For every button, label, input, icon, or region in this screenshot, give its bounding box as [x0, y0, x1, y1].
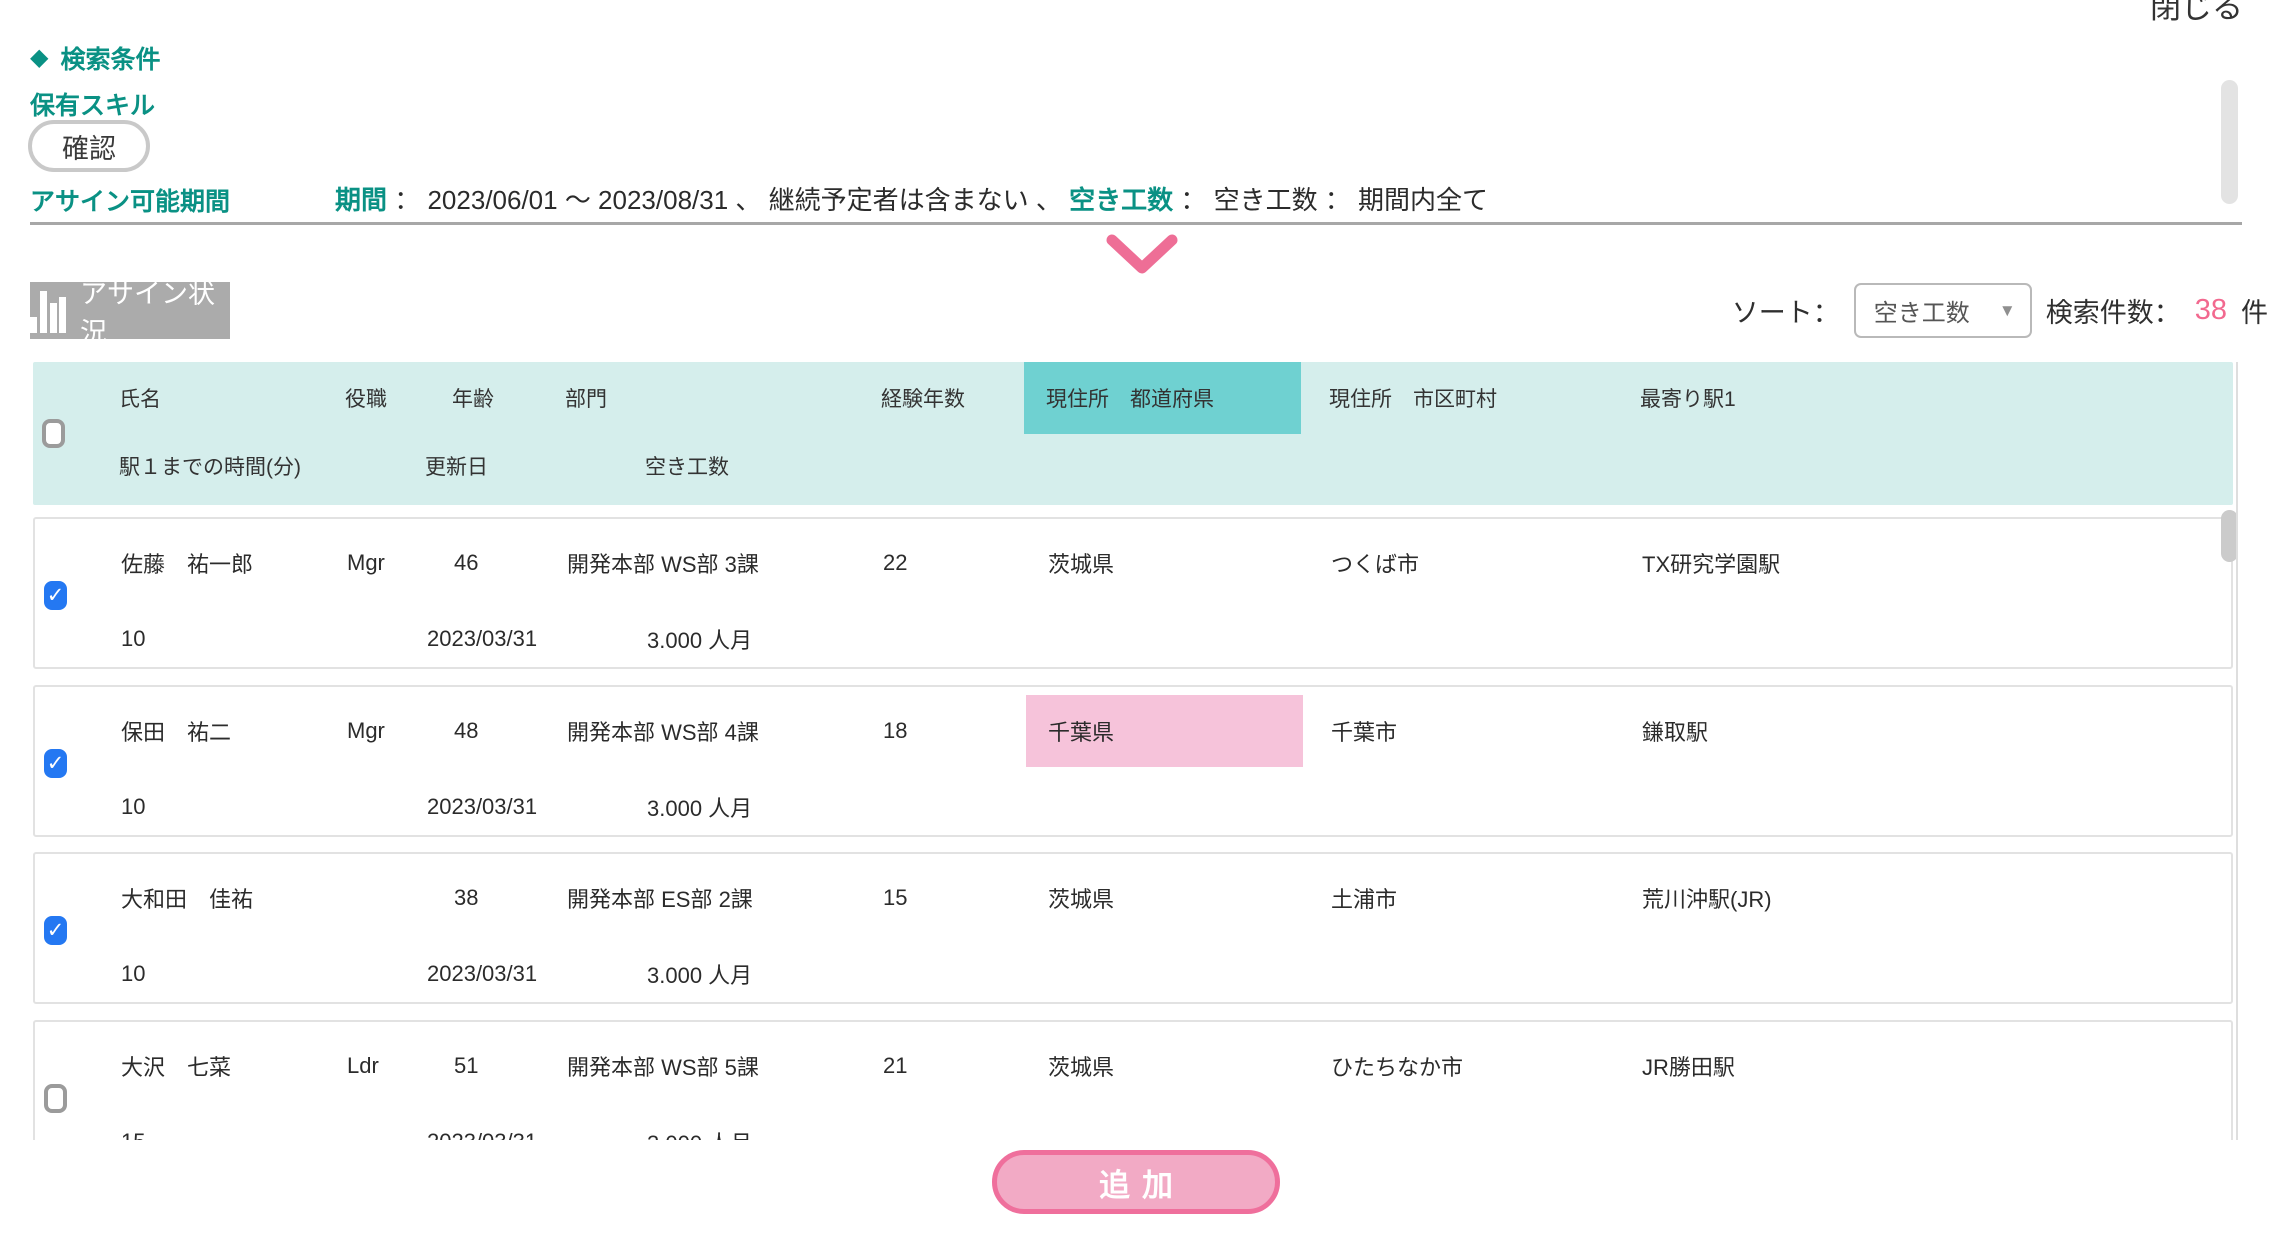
cell-age: 51	[454, 1053, 567, 1079]
pref-text: 茨城県	[1048, 1050, 1114, 1082]
cell-pref: 茨城県	[1026, 527, 1303, 599]
search-conditions-header: ◆ 検索条件	[30, 40, 160, 76]
assign-status-button[interactable]: アサイン状況	[30, 282, 230, 339]
capacity-value: ： 空き工数 ： 期間内全て	[1180, 185, 1488, 215]
period-label: 期間	[335, 185, 387, 215]
cell-exp: 18	[883, 718, 1026, 744]
table-header: ✓ 氏名 役職 年齢 部門 経験年数 現住所 都道府県 現住所 市区町村 最寄り…	[33, 362, 2233, 505]
header-time: 駅１までの時間(分)	[119, 451, 425, 481]
table-row: ✓ 大和田 佳祐 38 開発本部 ES部 2課 15 茨城県 土浦市 荒川沖駅(…	[33, 852, 2233, 1004]
header-exp: 経験年数	[881, 383, 1024, 413]
sort-result-cluster: ソート： 空き工数 ▼ 検索件数： 38 件	[1732, 282, 2268, 339]
cell-dept: 開発本部 WS部 5課	[567, 1050, 883, 1082]
cell-name: 佐藤 祐一郎	[121, 547, 347, 579]
header-station: 最寄り駅1	[1607, 383, 2233, 413]
search-conditions-title: 検索条件	[60, 40, 160, 76]
cell-capacity: 3.000 人月	[647, 958, 2231, 990]
diamond-icon: ◆	[30, 46, 48, 70]
bar-chart-icon	[30, 289, 66, 333]
assign-search-dialog: 閉じる ◆ 検索条件 保有スキル 確認 アサイン可能期間 期間 ： 2023/0…	[0, 0, 2284, 1236]
cell-time: 10	[121, 794, 427, 820]
header-pref[interactable]: 現住所 都道府県	[1024, 362, 1301, 434]
header-name: 氏名	[119, 383, 345, 413]
skill-label: 保有スキル	[30, 86, 155, 122]
cell-capacity: 3.000 人月	[647, 791, 2231, 823]
cell-name: 大和田 佳祐	[121, 882, 347, 914]
cell-updated: 2023/03/31	[427, 961, 647, 987]
header-updated: 更新日	[425, 451, 645, 481]
table-scrollbar[interactable]	[2221, 510, 2238, 562]
header-capacity: 空き工数	[645, 451, 2233, 481]
header-role: 役職	[345, 383, 452, 413]
result-count-unit: 件	[2241, 291, 2268, 330]
cell-role: Ldr	[347, 1053, 454, 1079]
cell-age: 38	[454, 885, 567, 911]
cell-pref: 茨城県	[1026, 862, 1303, 934]
capacity-label: 空き工数	[1069, 185, 1173, 215]
cell-station: 鎌取駅	[1609, 715, 2231, 747]
header-pref-label: 現住所 都道府県	[1046, 383, 1214, 413]
cell-dept: 開発本部 WS部 4課	[567, 715, 883, 747]
collapse-chevron-icon[interactable]	[1105, 233, 1179, 282]
result-count-label: 検索件数：	[2046, 291, 2181, 330]
pref-text: 茨城県	[1048, 882, 1114, 914]
add-button[interactable]: 追加	[992, 1150, 1280, 1214]
period-value: ： 2023/06/01 ～ 2023/08/31 、 継続予定者は含まない 、	[394, 185, 1062, 215]
cell-age: 46	[454, 550, 567, 576]
sort-selected-value: 空き工数	[1874, 293, 1970, 328]
cell-time: 10	[121, 626, 427, 652]
pref-text: 千葉県	[1048, 715, 1114, 747]
table-row: ✓ 大沢 七菜 Ldr 51 開発本部 WS部 5課 21 茨城県 ひたちなか市…	[33, 1020, 2233, 1140]
header-city: 現住所 市区町村	[1301, 383, 1607, 413]
cell-city: 千葉市	[1303, 715, 1609, 747]
cell-time: 15	[121, 1129, 427, 1140]
cell-dept: 開発本部 WS部 3課	[567, 547, 883, 579]
sort-label: ソート：	[1732, 291, 1840, 330]
header-age: 年齢	[452, 383, 565, 413]
cell-updated: 2023/03/31	[427, 1129, 647, 1140]
section-divider	[30, 222, 2242, 225]
cell-updated: 2023/03/31	[427, 626, 647, 652]
cell-capacity: 3.000 人月	[647, 1126, 2231, 1140]
result-count-value: 38	[2195, 294, 2227, 327]
cell-updated: 2023/03/31	[427, 794, 647, 820]
cell-exp: 21	[883, 1053, 1026, 1079]
header-dept: 部門	[565, 383, 881, 413]
chevron-down-icon: ▼	[1999, 301, 2016, 321]
results-table-viewport: ✓ 氏名 役職 年齢 部門 経験年数 現住所 都道府県 現住所 市区町村 最寄り…	[33, 362, 2238, 1140]
close-button[interactable]: 閉じる	[2150, 0, 2243, 27]
cell-name: 大沢 七菜	[121, 1050, 347, 1082]
cell-city: 土浦市	[1303, 882, 1609, 914]
confirm-button[interactable]: 確認	[28, 120, 150, 172]
cell-city: つくば市	[1303, 547, 1609, 579]
search-panel-scrollbar[interactable]	[2221, 80, 2238, 204]
sort-select[interactable]: 空き工数 ▼	[1854, 283, 2032, 338]
cell-capacity: 3.000 人月	[647, 623, 2231, 655]
cell-exp: 22	[883, 550, 1026, 576]
cell-role: Mgr	[347, 550, 454, 576]
cell-station: TX研究学園駅	[1609, 547, 2231, 579]
table-row: ✓ 佐藤 祐一郎 Mgr 46 開発本部 WS部 3課 22 茨城県 つくば市 …	[33, 517, 2233, 669]
assign-period-label: アサイン可能期間	[30, 182, 230, 218]
cell-age: 48	[454, 718, 567, 744]
pref-text: 茨城県	[1048, 547, 1114, 579]
cell-station: 荒川沖駅(JR)	[1609, 882, 2231, 914]
table-row: ✓ 保田 祐二 Mgr 48 開発本部 WS部 4課 18 千葉県 千葉市 鎌取…	[33, 685, 2233, 837]
cell-time: 10	[121, 961, 427, 987]
cell-role: Mgr	[347, 718, 454, 744]
cell-name: 保田 祐二	[121, 715, 347, 747]
cell-pref: 茨城県	[1026, 1030, 1303, 1102]
cell-pref: 千葉県	[1026, 695, 1303, 767]
assign-status-label: アサイン状況	[80, 272, 230, 350]
cell-station: JR勝田駅	[1609, 1050, 2231, 1082]
cell-exp: 15	[883, 885, 1026, 911]
condition-summary: 期間 ： 2023/06/01 ～ 2023/08/31 、 継続予定者は含まな…	[335, 180, 1488, 217]
cell-dept: 開発本部 ES部 2課	[567, 882, 883, 914]
cell-city: ひたちなか市	[1303, 1050, 1609, 1082]
